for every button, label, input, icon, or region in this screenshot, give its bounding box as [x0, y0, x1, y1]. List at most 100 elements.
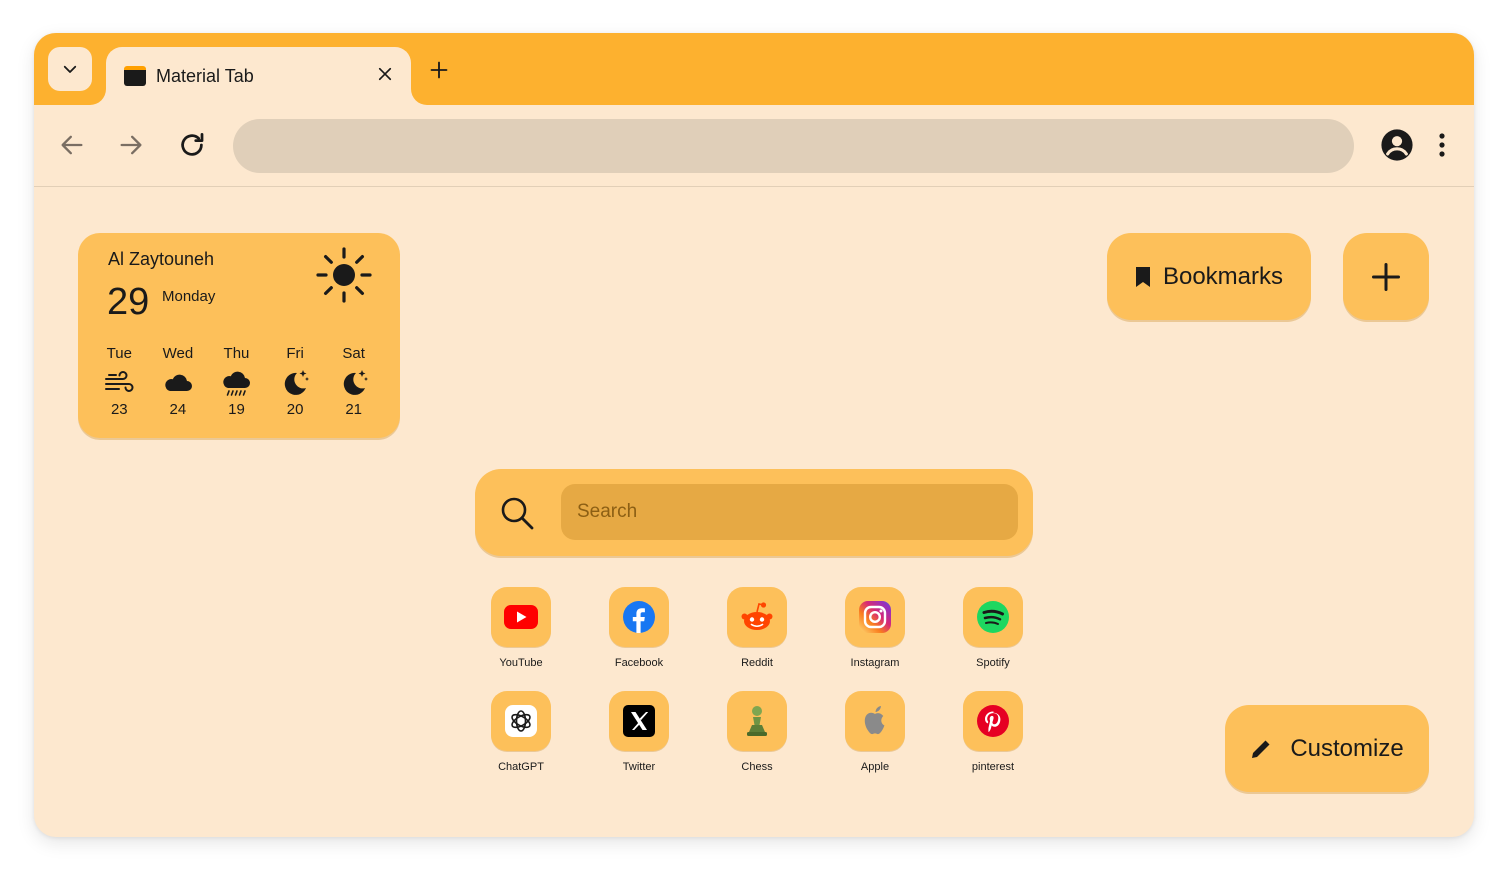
shortcut-instagram[interactable]: Instagram — [816, 587, 934, 671]
shortcut-tile — [963, 691, 1023, 751]
facebook-icon — [623, 601, 655, 633]
chatgpt-icon — [505, 705, 537, 737]
new-tab-page: Al Zaytouneh 29 Monday Tue 23 Wed 24 Thu… — [34, 187, 1474, 837]
shortcut-label: Facebook — [614, 657, 664, 669]
shortcut-tile — [491, 587, 551, 647]
tab-material-tab[interactable]: Material Tab — [106, 47, 411, 105]
forecast-day-name: Wed — [162, 345, 194, 362]
plus-icon — [1372, 262, 1400, 291]
shortcut-tile — [845, 587, 905, 647]
x-icon — [623, 705, 655, 737]
tab-title: Material Tab — [156, 65, 254, 86]
toolbar — [34, 105, 1474, 187]
shortcut-pinterest[interactable]: pinterest — [934, 691, 1052, 775]
plus-icon — [430, 61, 448, 79]
more-vert-icon — [1439, 133, 1445, 157]
shortcut-reddit[interactable]: Reddit — [698, 587, 816, 671]
shortcut-label: Spotify — [976, 657, 1010, 669]
chevron-down-icon — [63, 65, 77, 73]
shortcut-youtube[interactable]: YouTube — [462, 587, 580, 671]
shortcut-label: ChatGPT — [498, 761, 544, 773]
close-tab-button[interactable] — [373, 62, 397, 86]
rain-cloud-icon — [223, 371, 251, 396]
forecast-day: Thu 19 — [207, 345, 266, 418]
pencil-icon — [1252, 740, 1270, 758]
bookmarks-label: Bookmarks — [1162, 262, 1284, 290]
shortcut-label: YouTube — [499, 657, 543, 669]
weather-day: Monday — [162, 288, 216, 305]
moon-stars-icon — [343, 370, 368, 395]
instagram-icon — [859, 601, 891, 633]
forecast-temp: 21 — [345, 401, 363, 418]
search-icon — [501, 497, 534, 530]
bookmarks-button[interactable]: Bookmarks — [1107, 233, 1311, 320]
shortcut-tile — [609, 587, 669, 647]
shortcut-label: Twitter — [622, 761, 656, 773]
window-icon — [124, 66, 146, 86]
shortcut-label: Apple — [860, 761, 890, 773]
search-input[interactable] — [561, 484, 1018, 540]
shortcut-chatgpt[interactable]: ChatGPT — [462, 691, 580, 775]
forecast-day: Sat 21 — [324, 345, 383, 418]
youtube-icon — [504, 605, 538, 629]
forecast-temp: 19 — [228, 401, 245, 418]
arrow-right-icon — [120, 135, 142, 155]
weather-location: Al Zaytouneh — [108, 249, 215, 269]
weather-temperature: 29 — [107, 281, 150, 323]
reload-icon — [181, 133, 204, 156]
shortcut-tile — [609, 691, 669, 751]
forecast-temp: 23 — [110, 401, 128, 418]
shortcut-apple[interactable]: Apple — [816, 691, 934, 775]
customize-button[interactable]: Customize — [1225, 705, 1429, 792]
shortcut-spotify[interactable]: Spotify — [934, 587, 1052, 671]
tab-strip: Material Tab — [34, 33, 1474, 105]
sun-icon — [316, 247, 372, 303]
shortcut-label: Reddit — [741, 657, 773, 669]
forecast-day-name: Sat — [342, 345, 365, 362]
back-button[interactable] — [56, 129, 88, 161]
moon-stars-icon — [284, 370, 310, 395]
menu-button[interactable] — [1426, 129, 1458, 161]
customize-label: Customize — [1290, 734, 1404, 762]
add-shortcut-button[interactable] — [1343, 233, 1429, 320]
shortcut-label: pinterest — [971, 761, 1015, 773]
shortcut-tile — [727, 691, 787, 751]
forward-button[interactable] — [115, 129, 147, 161]
new-tab-button[interactable] — [424, 55, 454, 85]
reddit-icon — [741, 602, 773, 630]
search-box — [475, 469, 1033, 556]
shortcut-tile — [727, 587, 787, 647]
browser-window: Material Tab Al Zaytouneh 29 Monday Tue … — [34, 33, 1474, 837]
shortcut-tile — [963, 587, 1023, 647]
forecast-temp: 20 — [286, 401, 304, 418]
forecast-day-name: Fri — [286, 345, 304, 362]
arrow-left-icon — [61, 135, 83, 155]
bookmark-icon — [1135, 266, 1150, 287]
forecast-temp: 24 — [169, 401, 187, 418]
forecast-day: Wed 24 — [149, 345, 208, 418]
shortcut-tile — [845, 691, 905, 751]
shortcut-label: Chess — [741, 761, 773, 773]
spotify-icon — [977, 601, 1009, 633]
shortcut-twitter[interactable]: Twitter — [580, 691, 698, 775]
weather-widget[interactable]: Al Zaytouneh 29 Monday Tue 23 Wed 24 Thu… — [78, 233, 400, 438]
shortcut-facebook[interactable]: Facebook — [580, 587, 698, 671]
reload-button[interactable] — [176, 129, 208, 161]
profile-button[interactable] — [1380, 128, 1414, 162]
account-circle-icon — [1381, 129, 1413, 161]
shortcut-chess[interactable]: Chess — [698, 691, 816, 775]
wind-icon — [105, 371, 134, 392]
cloud-icon — [165, 374, 192, 391]
forecast-day: Fri 20 — [266, 345, 325, 418]
tab-search-button[interactable] — [48, 47, 92, 91]
pinterest-icon — [977, 705, 1009, 737]
forecast-day: Tue 23 — [90, 345, 149, 418]
address-bar[interactable] — [233, 119, 1354, 173]
shortcut-label: Instagram — [850, 657, 900, 669]
forecast-day-name: Thu — [223, 345, 250, 362]
shortcut-tile — [491, 691, 551, 751]
forecast-day-name: Tue — [106, 345, 132, 362]
apple-icon — [864, 706, 885, 735]
chess-pawn-icon — [747, 706, 767, 736]
weather-forecast: Tue 23 Wed 24 Thu 19 Fri 20 Sat 21 — [90, 345, 390, 418]
